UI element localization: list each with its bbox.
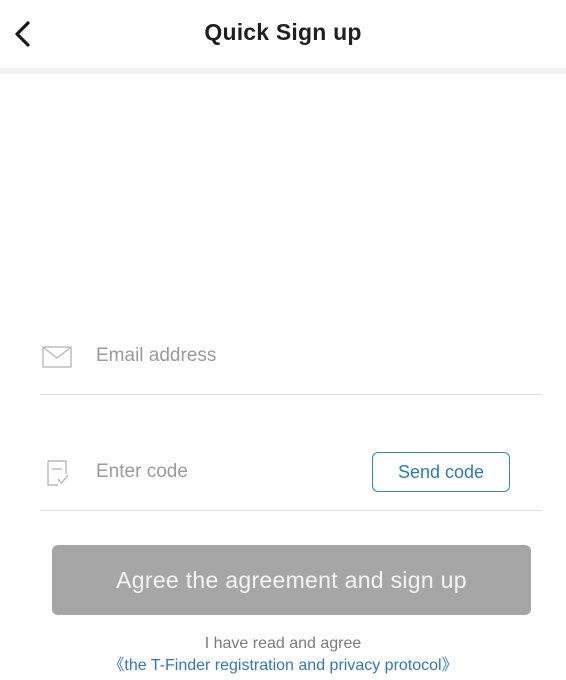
signup-button[interactable]: Agree the agreement and sign up <box>52 545 531 615</box>
agreement-text: I have read and agree 《the T-Finder regi… <box>30 633 536 677</box>
agreement-link[interactable]: 《the T-Finder registration and privacy p… <box>108 657 457 674</box>
header-bar: Quick Sign up <box>0 0 566 68</box>
envelope-icon <box>40 342 74 372</box>
email-input[interactable] <box>96 340 396 372</box>
code-field-row: Send code <box>40 452 542 492</box>
send-code-button[interactable]: Send code <box>372 452 510 492</box>
email-underline <box>40 394 542 395</box>
verification-code-icon <box>40 458 74 488</box>
agreement-prefix: I have read and agree <box>204 635 362 652</box>
page-title: Quick Sign up <box>204 19 362 45</box>
code-underline <box>40 510 542 511</box>
code-input[interactable] <box>96 456 396 488</box>
header-divider <box>0 68 566 74</box>
email-field-row <box>40 336 542 376</box>
